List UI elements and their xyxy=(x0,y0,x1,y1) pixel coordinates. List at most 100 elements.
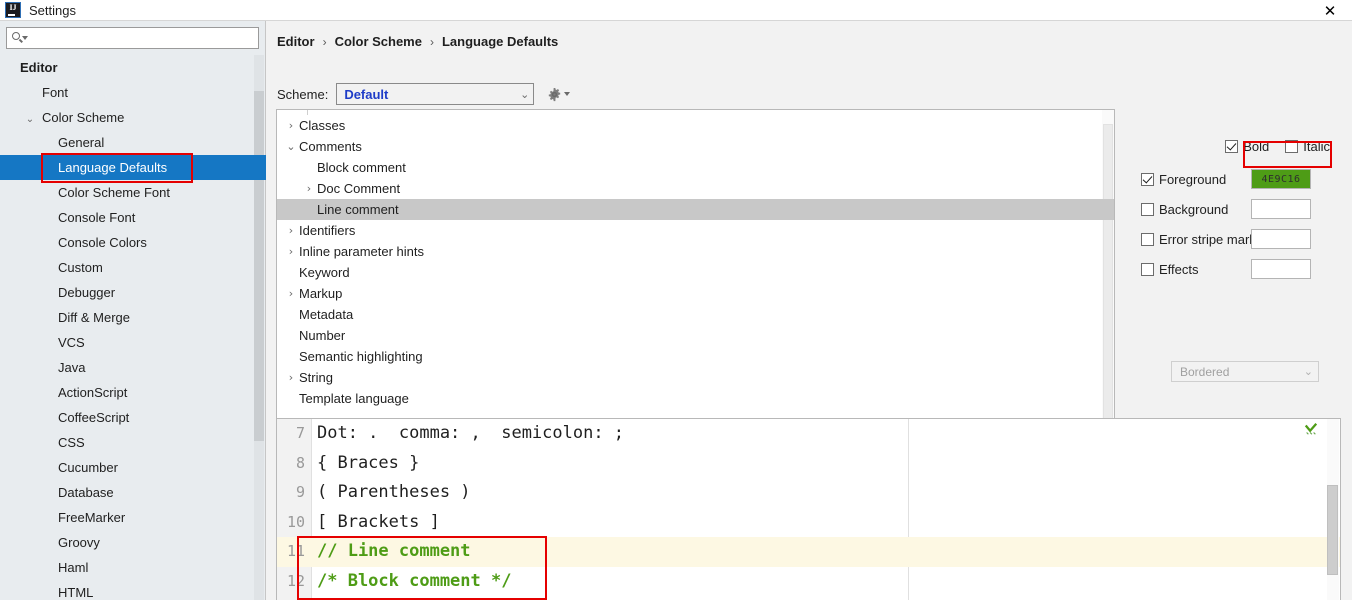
bold-checkbox[interactable] xyxy=(1225,140,1239,153)
tree-row[interactable]: › Classes xyxy=(277,115,1114,136)
tree-row-label: Line comment xyxy=(317,202,399,217)
breadcrumb-part-1[interactable]: Color Scheme xyxy=(335,34,422,49)
italic-label: Italic xyxy=(1303,139,1330,154)
sidebar-item-label: Console Colors xyxy=(58,235,147,250)
chevron-right-icon[interactable]: › xyxy=(283,283,299,304)
background-checkbox-row[interactable]: Background xyxy=(1141,202,1228,217)
tree-row[interactable]: Template language xyxy=(277,388,1114,409)
code-preview-editor[interactable]: 7 Dot: . comma: , semicolon: ; 8 { Braces }… xyxy=(276,418,1341,600)
background-row: Background xyxy=(1127,198,1352,220)
sidebar-item-label: VCS xyxy=(58,335,85,350)
tree-row-label: Metadata xyxy=(299,307,354,322)
line-number: 12 xyxy=(286,571,305,590)
tree-row[interactable]: Keyword xyxy=(277,262,1114,283)
inspection-check-icon[interactable] xyxy=(1304,422,1318,436)
sidebar-item-debugger[interactable]: Debugger xyxy=(0,280,266,305)
error-stripe-color-swatch[interactable] xyxy=(1251,229,1311,249)
chevron-down-icon[interactable]: ⌄ xyxy=(24,107,36,132)
tree-row[interactable]: Line comment xyxy=(277,199,1114,220)
sidebar-item-editor[interactable]: Editor xyxy=(0,55,266,80)
italic-checkbox[interactable] xyxy=(1285,140,1299,153)
sidebar-item-groovy[interactable]: Groovy xyxy=(0,530,266,555)
sidebar-item-java[interactable]: Java xyxy=(0,355,266,380)
sidebar-item-actionscript[interactable]: ActionScript xyxy=(0,380,266,405)
scheme-settings-button[interactable] xyxy=(547,87,571,102)
chevron-right-icon[interactable]: › xyxy=(301,178,317,199)
effects-swatch-holder xyxy=(1251,259,1311,279)
chevron-right-icon[interactable]: › xyxy=(283,367,299,388)
sidebar-item-database[interactable]: Database xyxy=(0,480,266,505)
sidebar-item-color-scheme-font[interactable]: Color Scheme Font xyxy=(0,180,266,205)
error-stripe-checkbox[interactable] xyxy=(1141,232,1154,246)
effect-type-select[interactable]: Bordered ⌄ xyxy=(1171,361,1319,382)
background-checkbox[interactable] xyxy=(1141,202,1154,216)
effects-checkbox[interactable] xyxy=(1141,262,1154,276)
code-line: 11 // Line comment xyxy=(277,537,1340,567)
foreground-row: Foreground 4E9C16 xyxy=(1127,168,1352,190)
sidebar-item-console-font[interactable]: Console Font xyxy=(0,205,266,230)
foreground-checkbox-row[interactable]: Foreground xyxy=(1141,172,1226,187)
italic-checkbox-row[interactable]: Italic xyxy=(1285,139,1330,154)
sidebar-item-color-scheme[interactable]: ⌄ Color Scheme xyxy=(0,105,266,130)
line-number: 10 xyxy=(286,512,305,531)
bold-checkbox-row[interactable]: Bold xyxy=(1225,139,1269,154)
settings-dialog: IJ Settings ✕ Editor Font ⌄ Color Scheme Gen… xyxy=(0,0,1352,600)
sidebar-item-freemarker[interactable]: FreeMarker xyxy=(0,505,266,530)
error-stripe-checkbox-row[interactable]: Error stripe mark xyxy=(1141,232,1256,247)
sidebar-item-general[interactable]: General xyxy=(0,130,266,155)
search-icon xyxy=(11,31,28,45)
close-icon[interactable]: ✕ xyxy=(1308,0,1352,21)
sidebar-item-console-colors[interactable]: Console Colors xyxy=(0,230,266,255)
sidebar-item-label: Editor xyxy=(20,60,58,75)
code-text: ( Parentheses ) xyxy=(317,482,471,502)
tree-row-label: Identifiers xyxy=(299,223,356,238)
foreground-color-swatch[interactable]: 4E9C16 xyxy=(1251,169,1311,189)
effects-checkbox-row[interactable]: Effects xyxy=(1141,262,1199,277)
line-number: 11 xyxy=(286,542,305,560)
tree-row[interactable]: › String xyxy=(277,367,1114,388)
gear-dropdown-caret-icon xyxy=(564,92,571,96)
settings-sidebar: Editor Font ⌄ Color Scheme General Language D… xyxy=(0,21,266,600)
tree-row[interactable]: › Identifiers xyxy=(277,220,1114,241)
tree-row[interactable]: Number xyxy=(277,325,1114,346)
tree-row[interactable]: Semantic highlighting xyxy=(277,346,1114,367)
sidebar-tree: Editor Font ⌄ Color Scheme General Language D… xyxy=(0,55,266,600)
chevron-down-icon[interactable]: ⌄ xyxy=(283,136,299,157)
tree-row-label: Doc Comment xyxy=(317,181,401,196)
chevron-right-icon[interactable]: › xyxy=(283,241,299,262)
effects-color-swatch[interactable] xyxy=(1251,259,1311,279)
sidebar-item-cucumber[interactable]: Cucumber xyxy=(0,455,266,480)
sidebar-item-font[interactable]: Font xyxy=(0,80,266,105)
scheme-select[interactable]: Default ⌄ xyxy=(336,83,535,105)
sidebar-item-vcs[interactable]: VCS xyxy=(0,330,266,355)
sidebar-item-custom[interactable]: Custom xyxy=(0,255,266,280)
sidebar-item-html[interactable]: HTML xyxy=(0,580,266,600)
foreground-checkbox[interactable] xyxy=(1141,172,1154,186)
sidebar-item-label: Diff & Merge xyxy=(58,310,131,325)
search-box[interactable] xyxy=(6,27,259,49)
preview-code-lines: 7 Dot: . comma: , semicolon: ; 8 { Braces }… xyxy=(277,419,1340,600)
title-bar: IJ Settings ✕ xyxy=(0,0,1352,21)
tree-row[interactable]: › Doc Comment xyxy=(277,178,1114,199)
chevron-right-icon[interactable]: › xyxy=(283,220,299,241)
sidebar-item-css[interactable]: CSS xyxy=(0,430,266,455)
tree-row[interactable]: Block comment xyxy=(277,157,1114,178)
sidebar-item-language-defaults[interactable]: Language Defaults xyxy=(0,155,266,180)
tree-row[interactable]: Metadata xyxy=(277,304,1114,325)
chevron-right-icon[interactable]: › xyxy=(283,115,299,136)
sidebar-item-diff-merge[interactable]: Diff & Merge xyxy=(0,305,266,330)
sidebar-item-coffeescript[interactable]: CoffeeScript xyxy=(0,405,266,430)
sidebar-item-label: CoffeeScript xyxy=(58,410,130,425)
breadcrumb-part-2[interactable]: Language Defaults xyxy=(442,34,558,49)
breadcrumb-part-0[interactable]: Editor xyxy=(277,34,315,49)
foreground-label: Foreground xyxy=(1159,171,1227,187)
preview-scrollbar-thumb[interactable] xyxy=(1327,485,1338,575)
tree-row[interactable]: ⌄ Comments xyxy=(277,136,1114,157)
search-input[interactable] xyxy=(27,29,258,47)
tree-row[interactable]: › Markup xyxy=(277,283,1114,304)
tree-row-label: Semantic highlighting xyxy=(299,349,423,364)
background-color-swatch[interactable] xyxy=(1251,199,1311,219)
tree-row[interactable]: › Inline parameter hints xyxy=(277,241,1114,262)
sidebar-item-haml[interactable]: Haml xyxy=(0,555,266,580)
error-stripe-row: Error stripe mark xyxy=(1127,228,1352,250)
